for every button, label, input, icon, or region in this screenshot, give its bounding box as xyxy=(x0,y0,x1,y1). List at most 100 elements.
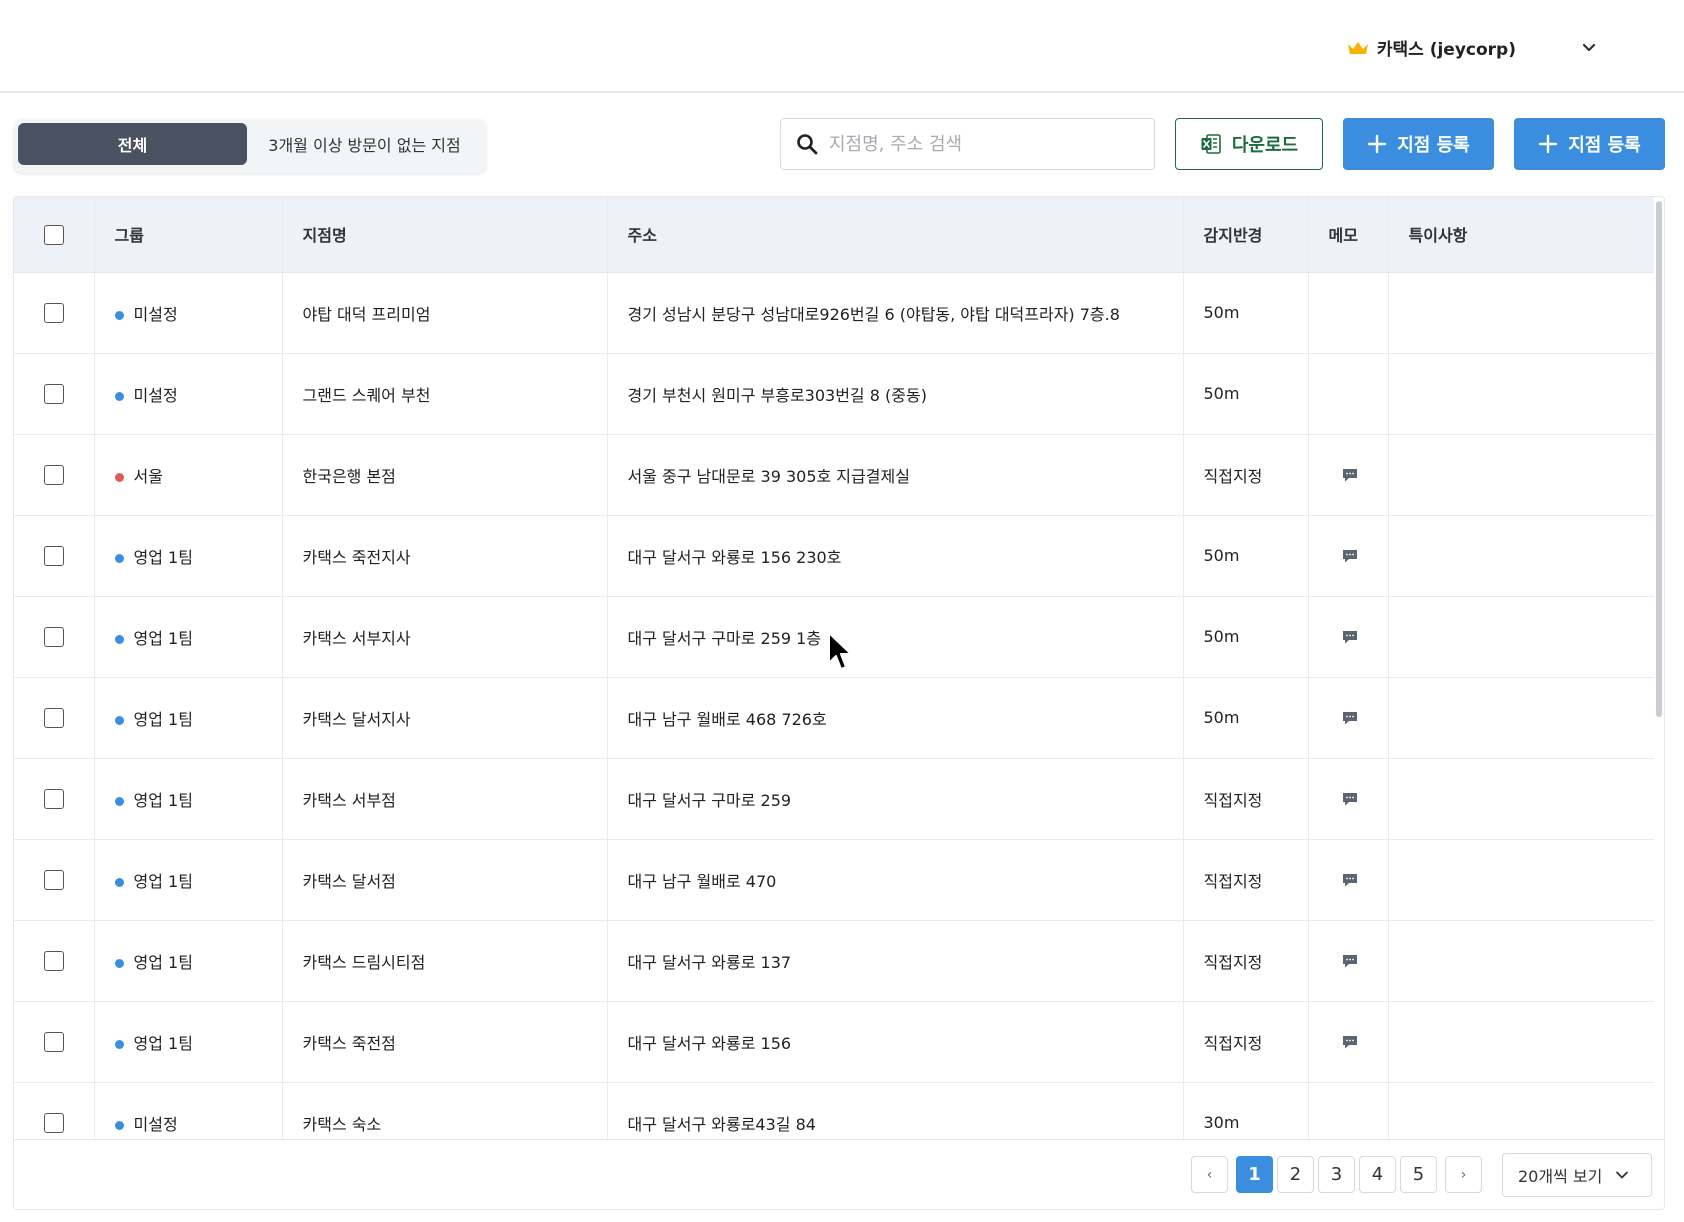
download-button[interactable]: 다운로드 xyxy=(1175,118,1323,170)
table-row[interactable]: 영업 1팀 카택스 달서점 대구 남구 월배로 470 직접지정 xyxy=(14,839,1654,920)
memo-icon[interactable] xyxy=(1341,952,1359,970)
column-header-radius[interactable]: 감지반경 xyxy=(1183,197,1309,273)
table-row[interactable]: 서울 한국은행 본점 서울 중구 남대문로 39 305호 지급결제실 직접지정 xyxy=(14,434,1654,515)
memo-icon[interactable] xyxy=(1341,628,1359,646)
group-cell: 영업 1팀 xyxy=(94,677,283,758)
select-all-checkbox[interactable] xyxy=(43,224,64,245)
column-header-name[interactable]: 지점명 xyxy=(282,197,608,273)
memo-icon[interactable] xyxy=(1341,709,1359,727)
branch-name-cell: 카택스 달서지사 xyxy=(282,677,608,758)
plus-icon xyxy=(1539,134,1558,154)
page-button[interactable]: 3 xyxy=(1318,1156,1355,1193)
group-label: 미설정 xyxy=(133,304,178,324)
address-cell: 대구 달서구 구마로 259 1층 xyxy=(607,596,1184,677)
page-size-select[interactable]: 20개씩 보기 xyxy=(1502,1153,1652,1197)
prev-page-button[interactable]: ‹ xyxy=(1191,1156,1228,1193)
column-header-group[interactable]: 그룹 xyxy=(94,197,283,273)
note-cell xyxy=(1388,839,1654,920)
group-color-dot xyxy=(114,877,124,887)
next-page-button[interactable]: › xyxy=(1445,1156,1482,1193)
group-label: 영업 1팀 xyxy=(133,547,193,567)
table-row[interactable]: 미설정 야탑 대덕 프리미엄 경기 성남시 분당구 성남대로926번길 6 (야탑동… xyxy=(14,272,1654,353)
row-select-cell xyxy=(14,353,95,434)
address-cell: 서울 중구 남대문로 39 305호 지급결제실 xyxy=(607,434,1184,515)
table-row[interactable]: 영업 1팀 카택스 달서지사 대구 남구 월배로 468 726호 50m xyxy=(14,677,1654,758)
address-cell: 대구 남구 월배로 470 xyxy=(607,839,1184,920)
row-select-cell xyxy=(14,920,95,1001)
table-row[interactable]: 영업 1팀 카택스 서부지사 대구 달서구 구마로 259 1층 50m xyxy=(14,596,1654,677)
note-cell xyxy=(1388,596,1654,677)
memo-cell xyxy=(1308,596,1389,677)
row-checkbox[interactable] xyxy=(43,707,64,728)
group-color-dot xyxy=(114,958,124,968)
group-label: 미설정 xyxy=(133,1114,178,1134)
group-label: 영업 1팀 xyxy=(133,790,193,810)
address-cell: 대구 달서구 와룡로 156 xyxy=(607,1001,1184,1082)
address-cell: 대구 달서구 구마로 259 xyxy=(607,758,1184,839)
add-branch-label: 지점 등록 xyxy=(1568,135,1641,156)
row-checkbox[interactable] xyxy=(43,545,64,566)
account-switcher[interactable]: 카택스 (jeycorp) xyxy=(1347,35,1598,60)
filter-inactive-tab[interactable]: 3개월 이상 방문이 없는 지점 xyxy=(247,123,482,165)
row-select-cell xyxy=(14,758,95,839)
table-scrollbar[interactable] xyxy=(1656,201,1662,717)
group-color-dot xyxy=(114,472,124,482)
column-header-note[interactable]: 특이사항 xyxy=(1388,197,1654,273)
group-color-dot xyxy=(114,796,124,806)
group-label: 영업 1팀 xyxy=(133,628,193,648)
row-select-cell xyxy=(14,596,95,677)
group-cell: 영업 1팀 xyxy=(94,920,283,1001)
search-input[interactable] xyxy=(829,133,1149,155)
select-all-cell xyxy=(14,197,95,273)
column-header-address[interactable]: 주소 xyxy=(607,197,1184,273)
memo-icon[interactable] xyxy=(1341,547,1359,565)
add-branch-button[interactable]: 지점 등록 xyxy=(1343,118,1494,170)
row-checkbox[interactable] xyxy=(43,950,64,971)
group-cell: 영업 1팀 xyxy=(94,1001,283,1082)
memo-icon[interactable] xyxy=(1341,1033,1359,1051)
memo-cell xyxy=(1308,920,1389,1001)
filter-segmented-control: 전체 3개월 이상 방문이 없는 지점 xyxy=(14,119,486,173)
memo-icon[interactable] xyxy=(1341,871,1359,889)
row-checkbox[interactable] xyxy=(43,626,64,647)
row-select-cell xyxy=(14,839,95,920)
row-checkbox[interactable] xyxy=(43,788,64,809)
page-button[interactable]: 1 xyxy=(1236,1156,1273,1193)
row-checkbox[interactable] xyxy=(43,383,64,404)
download-label: 다운로드 xyxy=(1231,135,1299,156)
memo-icon[interactable] xyxy=(1341,790,1359,808)
table-row[interactable]: 미설정 그랜드 스퀘어 부천 경기 부천시 원미구 부흥로303번길 8 (중동) 5… xyxy=(14,353,1654,434)
row-checkbox[interactable] xyxy=(43,1112,64,1133)
group-color-dot xyxy=(114,553,124,563)
table-row[interactable]: 영업 1팀 카택스 죽전지사 대구 달서구 와룡로 156 230호 50m xyxy=(14,515,1654,596)
page-button[interactable]: 5 xyxy=(1400,1156,1437,1193)
note-cell xyxy=(1388,272,1654,353)
radius-cell: 50m xyxy=(1183,353,1309,434)
row-checkbox[interactable] xyxy=(43,1031,64,1052)
group-color-dot xyxy=(114,715,124,725)
row-checkbox[interactable] xyxy=(43,302,64,323)
search-icon xyxy=(797,134,818,155)
page-button[interactable]: 2 xyxy=(1277,1156,1314,1193)
radius-cell: 직접지정 xyxy=(1183,434,1309,515)
column-header-memo[interactable]: 메모 xyxy=(1308,197,1389,273)
group-cell: 영업 1팀 xyxy=(94,758,283,839)
table-row[interactable]: 영업 1팀 카택스 드림시티점 대구 달서구 와룡로 137 직접지정 xyxy=(14,920,1654,1001)
branch-table: 그룹 지점명 주소 감지반경 메모 특이사항 미설정 야탑 대덕 프리미엄 경기 성… xyxy=(14,197,1654,1164)
table-row[interactable]: 영업 1팀 카택스 서부점 대구 달서구 구마로 259 직접지정 xyxy=(14,758,1654,839)
branch-name-cell: 그랜드 스퀘어 부천 xyxy=(282,353,608,434)
memo-icon[interactable] xyxy=(1341,466,1359,484)
note-cell xyxy=(1388,515,1654,596)
chevron-down-icon[interactable] xyxy=(1580,39,1598,57)
filter-all-tab[interactable]: 전체 xyxy=(18,123,247,165)
add-branch-button-secondary[interactable]: 지점 등록 xyxy=(1514,118,1665,170)
row-checkbox[interactable] xyxy=(43,464,64,485)
toolbar: 전체 3개월 이상 방문이 없는 지점 다운로드 지점 등록 지점 등록 xyxy=(0,93,1684,196)
memo-cell xyxy=(1308,839,1389,920)
crown-icon xyxy=(1347,41,1368,54)
group-label: 영업 1팀 xyxy=(133,1033,193,1053)
page-button[interactable]: 4 xyxy=(1359,1156,1396,1193)
memo-cell xyxy=(1308,272,1389,353)
row-checkbox[interactable] xyxy=(43,869,64,890)
table-row[interactable]: 영업 1팀 카택스 죽전점 대구 달서구 와룡로 156 직접지정 xyxy=(14,1001,1654,1082)
